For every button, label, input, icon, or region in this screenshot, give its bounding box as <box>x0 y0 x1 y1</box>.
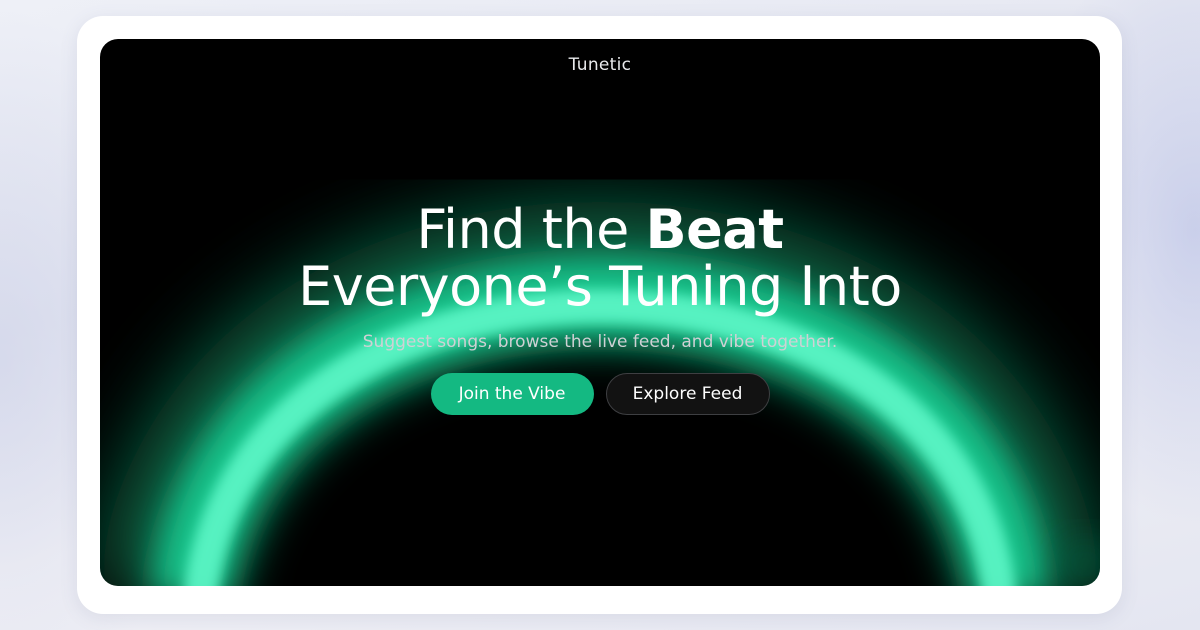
headline-emphasis: Beat <box>645 198 785 261</box>
headline-text: Find the <box>416 198 646 261</box>
hero-headline: Find the Beat Everyone’s Tuning Into <box>100 201 1100 315</box>
hero-screen: Tunetic Find the Beat Everyone’s Tuning … <box>100 39 1100 586</box>
join-the-vibe-button[interactable]: Join the Vibe <box>430 373 594 415</box>
explore-feed-button[interactable]: Explore Feed <box>605 373 770 415</box>
cta-row: Join the Vibe Explore Feed <box>100 373 1100 415</box>
headline-line-1: Find the Beat <box>100 201 1100 258</box>
brand-logo-text[interactable]: Tunetic <box>100 55 1100 75</box>
hero-content: Find the Beat Everyone’s Tuning Into Sug… <box>100 201 1100 415</box>
headline-line-2: Everyone’s Tuning Into <box>298 255 902 318</box>
hero-subtitle: Suggest songs, browse the live feed, and… <box>362 332 838 352</box>
